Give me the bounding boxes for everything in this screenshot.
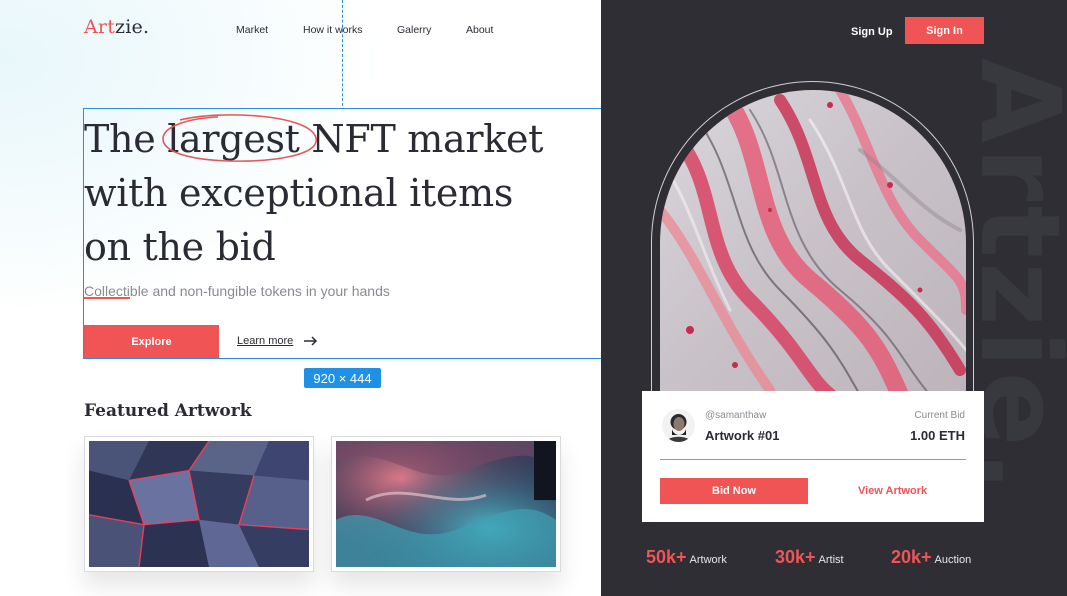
stat-auction: 20k+ Auction [891, 547, 971, 568]
featured-nft-artwork[interactable] [660, 90, 966, 395]
geometric-artwork-image [88, 440, 310, 568]
featured-card-fluid[interactable] [331, 436, 561, 572]
current-bid-label: Current Bid [914, 410, 965, 421]
stat-label: Artist [818, 554, 844, 566]
stat-value: 30k+ [775, 547, 816, 567]
marble-artwork-image [660, 90, 966, 395]
stat-label: Auction [934, 554, 972, 566]
nav-item-how-it-works[interactable]: How it works [303, 24, 363, 36]
creator-avatar[interactable] [662, 409, 695, 442]
nav-item-about[interactable]: About [466, 24, 493, 36]
view-artwork-link[interactable]: View Artwork [858, 485, 927, 497]
main-nav: Market How it works Galerry About [0, 24, 601, 38]
stat-value: 20k+ [891, 547, 932, 567]
featured-card-geometric[interactable] [84, 436, 314, 572]
avatar-portrait-image [662, 409, 695, 442]
creator-handle[interactable]: @samanthaw [705, 410, 766, 421]
nav-item-gallery[interactable]: Galerry [397, 24, 431, 36]
stat-artist: 30k+ Artist [775, 547, 844, 568]
signup-link[interactable]: Sign Up [851, 26, 893, 38]
bid-card-divider [660, 459, 966, 460]
stat-label: Artwork [689, 554, 727, 566]
artwork-title: Artwork #01 [705, 428, 780, 443]
editor-guide-line [342, 0, 343, 106]
editor-size-badge: 920 × 444 [304, 368, 381, 388]
stat-artwork: 50k+ Artwork [646, 547, 727, 568]
nav-item-market[interactable]: Market [236, 24, 268, 36]
featured-artwork-heading: Featured Artwork [84, 401, 252, 421]
stat-value: 50k+ [646, 547, 687, 567]
signin-button[interactable]: Sign In [905, 17, 984, 44]
bid-now-button[interactable]: Bid Now [660, 478, 808, 504]
current-bid-value: 1.00 ETH [910, 428, 965, 443]
fluid-artwork-image [336, 441, 556, 567]
editor-selection-box [83, 108, 602, 359]
